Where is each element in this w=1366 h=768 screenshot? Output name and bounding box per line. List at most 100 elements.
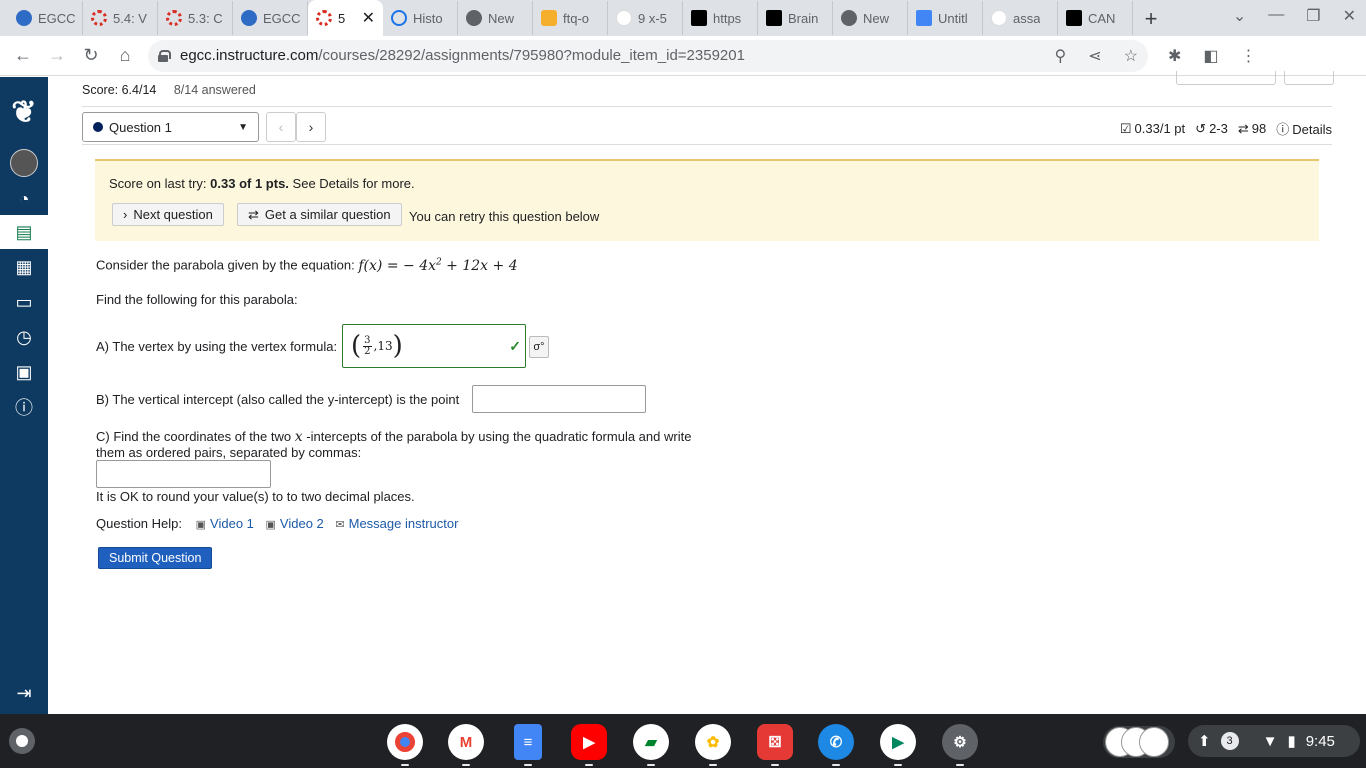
holding-space[interactable] (1103, 726, 1175, 758)
fraction: 32 (363, 334, 372, 357)
browser-tab[interactable]: New (833, 1, 908, 35)
video1-link[interactable]: ▣ Video 1 (196, 516, 254, 531)
browser-tab[interactable]: 9 x-5 (608, 1, 683, 35)
video-icon: ▣ (265, 519, 276, 531)
tab-label: New (488, 10, 515, 26)
battery-icon: ▮ (1287, 733, 1296, 750)
submit-question-button[interactable]: Submit Question (98, 547, 213, 569)
question-select[interactable]: Question 1 ▼ (82, 112, 259, 142)
video-icon: ▣ (195, 519, 207, 531)
launcher-icon[interactable] (9, 728, 35, 754)
refresh-icon: ⇄ (248, 206, 259, 222)
fraction-numerator: 3 (363, 334, 372, 347)
next-question-arrow-button[interactable]: › (296, 112, 326, 142)
minimize-icon[interactable]: — (1268, 6, 1284, 26)
tab-label: Brain (788, 10, 819, 26)
chrome-icon (841, 10, 857, 26)
share-icon[interactable]: ⋖ (1088, 46, 1101, 66)
similar-question-button[interactable]: ⇄ Get a similar question (237, 203, 402, 226)
bookmark-star-icon[interactable]: ☆ (1124, 46, 1138, 66)
tab-label: 9 x-5 (638, 10, 667, 26)
tab-label: EGCC (263, 10, 301, 26)
part-c-text-3: them as ordered pairs, separated by comm… (96, 445, 362, 460)
zoom-icon[interactable]: ⚲ (1055, 46, 1067, 66)
youtube-app-icon[interactable]: ▶ (571, 724, 607, 766)
address-bar[interactable]: egcc.instructure.com/courses/28292/assig… (148, 39, 1148, 72)
tab-label: 5 (338, 10, 346, 26)
help-icon[interactable]: ⓘ (0, 390, 48, 424)
previous-question-button[interactable]: ‹ (266, 112, 296, 142)
account-avatar[interactable] (0, 146, 48, 180)
browser-tab[interactable]: Untitl (908, 1, 983, 35)
extensions-puzzle-icon[interactable]: ✱ (1168, 46, 1181, 66)
brainly-icon (691, 10, 707, 26)
meet-app-icon[interactable]: ▰ (633, 724, 669, 766)
tab-label: Untitl (938, 10, 968, 26)
vertex-answer-field[interactable]: ( 32 ,13 ) ✓ (342, 324, 526, 368)
y-intercept-input[interactable] (472, 385, 646, 413)
back-icon[interactable]: ← (6, 39, 40, 73)
college-logo-icon[interactable]: ❦ (0, 81, 48, 143)
tab-label: ftq-o (563, 10, 590, 26)
next-question-button[interactable]: › Next question (112, 203, 224, 226)
studio-icon[interactable]: ▣ (0, 355, 48, 389)
browser-toolbar: ← → ↻ ⌂ egcc.instructure.com/courses/282… (0, 36, 1366, 76)
menu-kebab-icon[interactable]: ⋮ (1241, 46, 1257, 66)
forward-icon[interactable]: → (40, 39, 74, 73)
answer-rest: ,13 (373, 339, 393, 353)
browser-tab[interactable]: Histo (383, 1, 458, 35)
browser-tab[interactable]: 5 ✕ (308, 0, 383, 36)
close-window-icon[interactable]: ✕ (1343, 6, 1356, 26)
close-tab-icon[interactable]: ✕ (362, 8, 375, 28)
browser-tab[interactable]: 5.3: C (158, 1, 233, 35)
math-keyboard-button[interactable]: σ° (529, 336, 549, 358)
status-tray[interactable]: ⬆ 3 ▼ ▮ 9:45 (1188, 725, 1360, 757)
lock-icon[interactable] (158, 49, 171, 62)
browser-tab[interactable]: ftq-o (533, 1, 608, 35)
home-icon[interactable]: ⌂ (108, 39, 142, 73)
canvas-icon (16, 10, 32, 26)
equation: f(x) = − 4x2 + 12x + 4 (358, 257, 518, 274)
browser-tab[interactable]: 5.4: V (83, 1, 158, 35)
message-instructor-link[interactable]: ✉ Message instructor (335, 516, 458, 531)
history-clock-icon[interactable]: ◷ (0, 320, 48, 354)
play-store-app-icon[interactable]: ▶ (880, 724, 916, 766)
browser-tab[interactable]: EGCC (8, 1, 83, 35)
new-tab-button[interactable]: + (1133, 2, 1169, 36)
phone-app-icon[interactable]: ✆ (818, 724, 854, 766)
part-c-label: C) Find the coordinates of the two x -in… (96, 429, 716, 460)
photos-app-icon[interactable]: ✿ (695, 724, 731, 766)
browser-tab[interactable]: Brain (758, 1, 833, 35)
browser-tab[interactable]: CAN (1058, 1, 1133, 35)
browser-tab[interactable]: EGCC (233, 1, 308, 35)
browser-tab[interactable]: https (683, 1, 758, 35)
reload-icon[interactable]: ↻ (74, 39, 108, 73)
tab-search-icon[interactable]: ⌄ (1233, 6, 1246, 26)
game-app-icon[interactable]: ⚄ (757, 724, 793, 766)
courses-icon[interactable]: ▤ (0, 215, 48, 249)
maximize-icon[interactable]: ❐ (1306, 6, 1320, 26)
chrome-app-icon[interactable] (387, 724, 423, 766)
gmail-app-icon[interactable]: M (448, 724, 484, 766)
equation-term-2: + 12x + 4 (441, 257, 518, 274)
tab-label: 5.4: V (113, 10, 147, 26)
clipped-button[interactable] (1284, 71, 1334, 85)
browser-tab[interactable]: New (458, 1, 533, 35)
x-intercepts-input[interactable] (96, 460, 271, 488)
inbox-icon[interactable]: ▭ (0, 285, 48, 319)
score-text: Score: 6.4/14 (82, 83, 157, 97)
brainly-icon (766, 10, 782, 26)
video2-link[interactable]: ▣ Video 2 (266, 516, 324, 531)
settings-app-icon[interactable]: ⚙ (942, 724, 978, 766)
calendar-icon[interactable]: ▦ (0, 250, 48, 284)
clipped-button[interactable] (1176, 71, 1276, 85)
browser-tab[interactable]: assa (983, 1, 1058, 35)
side-panel-icon[interactable]: ◧ (1203, 46, 1218, 66)
collapse-nav-icon[interactable]: ⇥ (0, 676, 48, 710)
details-button[interactable]: ⓘ Details (1276, 119, 1332, 138)
dashboard-icon[interactable]: ◔ (0, 182, 48, 216)
url-path: /courses/28292/assignments/795980?module… (318, 47, 745, 64)
wifi-icon: ▼ (1262, 732, 1278, 750)
docs-app-icon[interactable]: ≡ (514, 724, 542, 766)
info-icon: ⓘ (1276, 122, 1290, 137)
